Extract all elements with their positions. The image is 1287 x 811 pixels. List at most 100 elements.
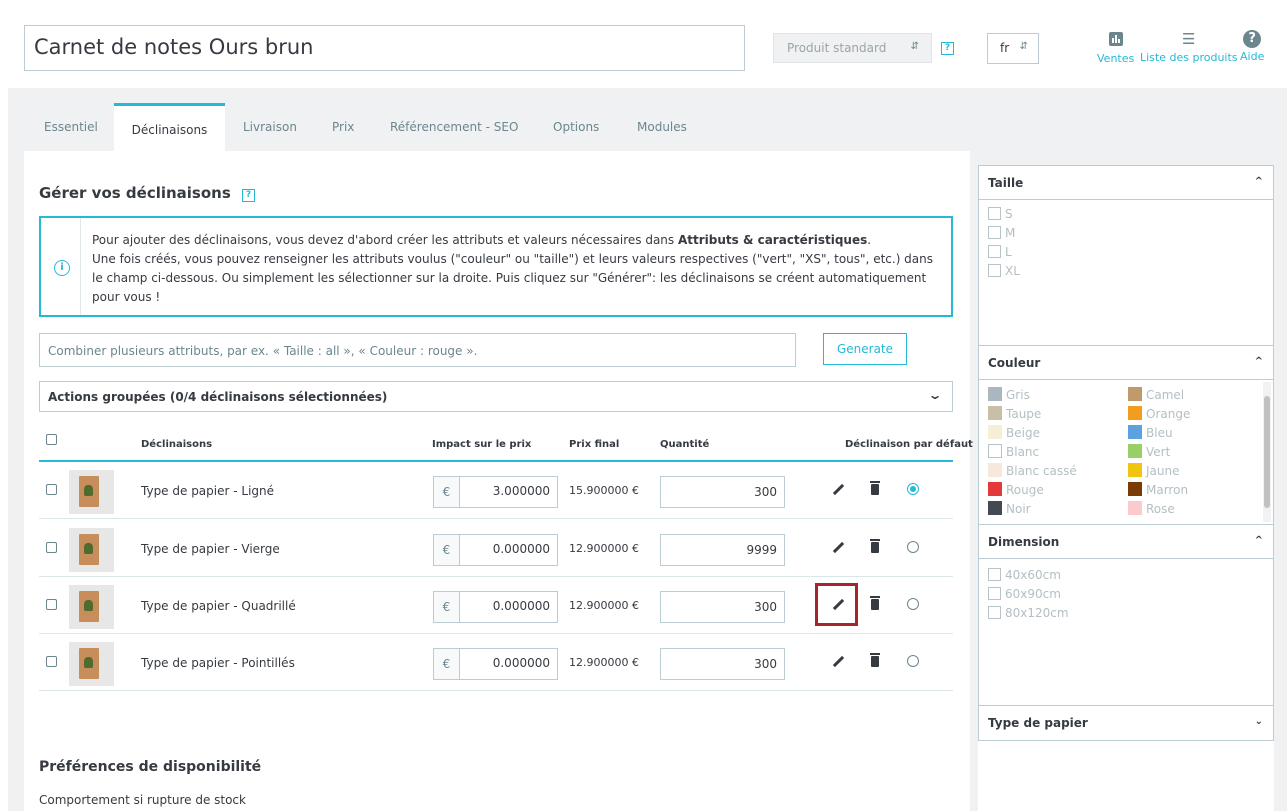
tab-seo[interactable]: Référencement - SEO xyxy=(390,103,518,151)
chevron-up-icon: ^ xyxy=(1254,535,1263,546)
combinations-heading-text: Gérer vos déclinaisons xyxy=(39,184,231,202)
product-name-input[interactable]: Carnet de notes Ours brun xyxy=(24,25,745,71)
filter-option[interactable]: S xyxy=(988,207,1013,221)
filter-header-couleur[interactable]: Couleur ^ xyxy=(979,346,1273,380)
default-radio[interactable] xyxy=(907,541,919,553)
quantity-input[interactable]: 300 xyxy=(660,591,785,623)
color-option[interactable]: Rose xyxy=(1128,501,1175,516)
color-option[interactable]: Vert xyxy=(1128,444,1170,459)
product-type-help-icon[interactable]: ? xyxy=(941,42,954,55)
sales-button[interactable]: Ventes xyxy=(1097,30,1134,65)
filter-option-label: 80x120cm xyxy=(1005,606,1069,620)
filter-option[interactable]: 60x90cm xyxy=(988,587,1061,601)
select-all-checkbox[interactable] xyxy=(46,434,57,445)
edit-pencil-icon[interactable] xyxy=(832,542,845,555)
color-option[interactable]: Gris xyxy=(988,387,1030,402)
color-option[interactable]: Taupe xyxy=(988,406,1041,421)
chevron-up-icon: ^ xyxy=(1254,176,1263,187)
help-label: Aide xyxy=(1240,50,1265,63)
tab-essentiel[interactable]: Essentiel xyxy=(44,103,98,151)
out-of-stock-label: Comportement si rupture de stock xyxy=(39,793,246,807)
row-checkbox[interactable] xyxy=(46,484,57,495)
bulk-actions-toggle[interactable]: Actions groupées (0/4 déclinaisons sélec… xyxy=(39,381,953,412)
select-arrows-icon: ⇵ xyxy=(1019,41,1028,52)
default-radio[interactable] xyxy=(907,483,919,495)
combination-name: Type de papier - Vierge xyxy=(141,542,280,556)
checkbox-icon xyxy=(988,587,1001,600)
color-option[interactable]: Beige xyxy=(988,425,1040,440)
price-impact-input[interactable]: € 0.000000 xyxy=(433,648,558,680)
quantity-input[interactable]: 300 xyxy=(660,476,785,508)
filter-option[interactable]: L xyxy=(988,245,1012,259)
tab-prix[interactable]: Prix xyxy=(332,103,354,151)
color-swatch xyxy=(1128,406,1142,420)
price-impact-value: 0.000000 xyxy=(492,599,550,613)
edit-pencil-icon[interactable] xyxy=(832,484,845,497)
sales-chart-icon xyxy=(1108,32,1123,46)
filter-option[interactable]: M xyxy=(988,226,1015,240)
color-option[interactable]: Blanc xyxy=(988,444,1039,459)
color-option[interactable]: Jaune xyxy=(1128,463,1180,478)
tab-modules[interactable]: Modules xyxy=(637,103,687,151)
price-impact-input[interactable]: € 0.000000 xyxy=(433,591,558,623)
color-option-label: Blanc xyxy=(1006,445,1040,459)
default-radio[interactable] xyxy=(907,655,919,667)
filter-header-papier[interactable]: Type de papier ⌄ xyxy=(979,706,1273,740)
color-option[interactable]: Rouge xyxy=(988,482,1044,497)
edit-pencil-icon[interactable] xyxy=(832,656,845,669)
color-option-label: Noir xyxy=(1006,502,1031,516)
color-option[interactable]: Orange xyxy=(1128,406,1190,421)
filter-title: Taille xyxy=(988,176,1024,190)
checkbox-icon xyxy=(988,245,1001,258)
trash-icon[interactable] xyxy=(870,596,880,610)
tab-declinaisons[interactable]: Déclinaisons xyxy=(114,103,225,151)
price-impact-input[interactable]: € 0.000000 xyxy=(433,534,558,566)
product-list-button[interactable]: ☰ Liste des produits xyxy=(1140,30,1238,64)
alert-period: . xyxy=(867,233,872,247)
tab-options[interactable]: Options xyxy=(553,103,599,151)
color-scrollbar[interactable] xyxy=(1263,382,1271,522)
filter-header-taille[interactable]: Taille ^ xyxy=(979,166,1273,200)
color-option-label: Bleu xyxy=(1146,426,1173,440)
edit-pencil-icon[interactable] xyxy=(832,599,845,612)
filter-option-label: 40x60cm xyxy=(1005,568,1061,582)
color-swatch xyxy=(988,387,1002,401)
price-impact-input[interactable]: € 3.000000 xyxy=(433,476,558,508)
combinations-help-icon[interactable]: ? xyxy=(242,189,256,202)
filter-header-dimension[interactable]: Dimension ^ xyxy=(979,525,1273,559)
color-option[interactable]: Bleu xyxy=(1128,425,1173,440)
row-checkbox[interactable] xyxy=(46,542,57,553)
quantity-input[interactable]: 300 xyxy=(660,648,785,680)
price-impact-value: 0.000000 xyxy=(492,542,550,556)
color-swatch xyxy=(1128,482,1142,496)
default-radio[interactable] xyxy=(907,598,919,610)
table-row: Type de papier - Vierge € 0.000000 12.90… xyxy=(39,520,953,577)
color-option[interactable]: Marron xyxy=(1128,482,1188,497)
filter-option[interactable]: XL xyxy=(988,264,1020,278)
attributes-link[interactable]: Attributs & caractéristiques xyxy=(678,233,867,247)
combinations-heading: Gérer vos déclinaisons ? xyxy=(39,184,256,202)
combine-attributes-input[interactable]: Combiner plusieurs attributs, par ex. « … xyxy=(39,333,796,367)
language-select[interactable]: fr ⇵ xyxy=(987,33,1039,64)
trash-icon[interactable] xyxy=(870,653,880,667)
help-button[interactable]: ? Aide xyxy=(1240,30,1264,63)
chevron-up-icon: ^ xyxy=(1254,356,1263,367)
trash-icon[interactable] xyxy=(870,539,880,553)
currency-addon: € xyxy=(434,649,460,679)
product-type-select[interactable]: Produit standard ⇵ xyxy=(773,33,932,63)
generate-button[interactable]: Generate xyxy=(823,333,907,365)
color-option[interactable]: Noir xyxy=(988,501,1031,516)
trash-icon[interactable] xyxy=(870,481,880,495)
table-row: Type de papier - Ligné € 3.000000 15.900… xyxy=(39,462,953,519)
filter-option[interactable]: 80x120cm xyxy=(988,606,1069,620)
filter-option[interactable]: 40x60cm xyxy=(988,568,1061,582)
row-checkbox[interactable] xyxy=(46,599,57,610)
color-option[interactable]: Camel xyxy=(1128,387,1184,402)
checkbox-icon xyxy=(988,264,1001,277)
tab-livraison[interactable]: Livraison xyxy=(243,103,297,151)
color-option[interactable]: Blanc cassé xyxy=(988,463,1077,478)
row-checkbox[interactable] xyxy=(46,656,57,667)
scrollbar-thumb[interactable] xyxy=(1264,396,1270,508)
quantity-input[interactable]: 9999 xyxy=(660,534,785,566)
final-price: 15.900000 € xyxy=(569,484,639,497)
